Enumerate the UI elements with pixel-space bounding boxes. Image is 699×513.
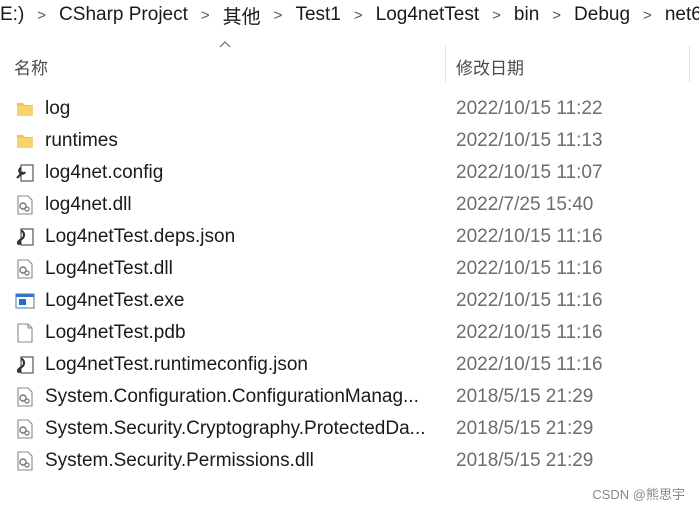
breadcrumb-separator-icon[interactable]: > — [552, 7, 561, 24]
file-row[interactable]: System.Security.Cryptography.ProtectedDa… — [0, 412, 699, 444]
breadcrumb-item[interactable]: Test1 — [295, 4, 340, 26]
file-name: log4net.dll — [45, 194, 132, 215]
column-header-date-modified[interactable]: 修改日期 — [456, 54, 524, 79]
folder-icon — [14, 130, 36, 152]
dll-file-icon — [14, 386, 36, 408]
breadcrumb-item[interactable]: net6.0 — [665, 4, 699, 26]
file-row[interactable]: Log4netTest.dll 2022/10/15 11:16 — [0, 252, 699, 284]
breadcrumb-item[interactable]: Log4netTest — [376, 4, 480, 26]
dll-file-icon — [14, 258, 36, 280]
folder-icon — [14, 98, 36, 120]
json-file-icon — [14, 354, 36, 376]
file-row[interactable]: runtimes 2022/10/15 11:13 — [0, 124, 699, 156]
file-date-modified: 2022/10/15 11:22 — [456, 98, 603, 119]
watermark: CSDN @熊思宇 — [592, 487, 685, 502]
breadcrumb-item[interactable]: E:) — [0, 4, 24, 26]
breadcrumb-item[interactable]: Debug — [574, 4, 630, 26]
breadcrumb-item[interactable]: 其他 — [223, 2, 261, 29]
file-name: System.Security.Permissions.dll — [45, 450, 314, 471]
file-date-modified: 2022/10/15 11:13 — [456, 130, 603, 151]
file-name: System.Configuration.ConfigurationManag.… — [45, 386, 419, 407]
file-date-modified: 2018/5/15 21:29 — [456, 418, 594, 439]
file-row[interactable]: Log4netTest.exe 2022/10/15 11:16 — [0, 284, 699, 316]
file-name: log4net.config — [45, 162, 164, 183]
exe-file-icon — [14, 290, 36, 312]
config-file-icon — [14, 162, 36, 184]
dll-file-icon — [14, 194, 36, 216]
dll-file-icon — [14, 418, 36, 440]
breadcrumb-separator-icon[interactable]: > — [37, 7, 46, 24]
file-name: log — [45, 98, 71, 119]
file-date-modified: 2022/10/15 11:16 — [456, 290, 603, 311]
file-name: Log4netTest.exe — [45, 290, 185, 311]
breadcrumb: E:) > CSharp Project > 其他 > Test1 > Log4netTest >… — [0, 0, 699, 30]
file-row[interactable]: Log4netTest.deps.json 2022/10/15 11:16 — [0, 220, 699, 252]
breadcrumb-separator-icon[interactable]: > — [201, 7, 210, 24]
file-row[interactable]: log 2022/10/15 11:22 — [0, 92, 699, 124]
breadcrumb-separator-icon[interactable]: > — [274, 7, 283, 24]
column-divider[interactable] — [689, 46, 690, 82]
file-date-modified: 2018/5/15 21:29 — [456, 450, 594, 471]
blank-file-icon — [14, 322, 36, 344]
column-header-row — [0, 36, 699, 94]
file-row[interactable]: log4net.config 2022/10/15 11:07 — [0, 156, 699, 188]
file-date-modified: 2022/10/15 11:16 — [456, 226, 603, 247]
breadcrumb-separator-icon[interactable]: > — [643, 7, 652, 24]
file-date-modified: 2022/10/15 11:16 — [456, 354, 603, 375]
file-date-modified: 2022/10/15 11:16 — [456, 258, 603, 279]
breadcrumb-item[interactable]: CSharp Project — [59, 4, 188, 26]
breadcrumb-separator-icon[interactable]: > — [354, 7, 363, 24]
file-name: runtimes — [45, 130, 118, 151]
json-file-icon — [14, 226, 36, 248]
file-name: Log4netTest.dll — [45, 258, 173, 279]
file-row[interactable]: System.Configuration.ConfigurationManag.… — [0, 380, 699, 412]
file-name: Log4netTest.runtimeconfig.json — [45, 354, 308, 375]
sort-ascending-icon — [219, 41, 231, 48]
file-date-modified: 2022/10/15 11:07 — [456, 162, 603, 183]
file-name: Log4netTest.deps.json — [45, 226, 236, 247]
file-name: Log4netTest.pdb — [45, 322, 186, 343]
file-row[interactable]: Log4netTest.pdb 2022/10/15 11:16 — [0, 316, 699, 348]
file-date-modified: 2022/10/15 11:16 — [456, 322, 603, 343]
file-date-modified: 2018/5/15 21:29 — [456, 386, 594, 407]
file-row[interactable]: Log4netTest.runtimeconfig.json 2022/10/15… — [0, 348, 699, 380]
file-row[interactable]: System.Security.Permissions.dll 2018/5/15… — [0, 444, 699, 476]
breadcrumb-separator-icon[interactable]: > — [492, 7, 501, 24]
file-name: System.Security.Cryptography.ProtectedDa… — [45, 418, 426, 439]
breadcrumb-item[interactable]: bin — [514, 4, 539, 26]
dll-file-icon — [14, 450, 36, 472]
file-date-modified: 2022/7/25 15:40 — [456, 194, 594, 215]
file-list: log 2022/10/15 11:22 runtimes 2022/10/15 11… — [0, 92, 699, 476]
file-row[interactable]: log4net.dll 2022/7/25 15:40 — [0, 188, 699, 220]
column-divider[interactable] — [445, 46, 446, 82]
column-header-name[interactable]: 名称 — [14, 54, 48, 79]
